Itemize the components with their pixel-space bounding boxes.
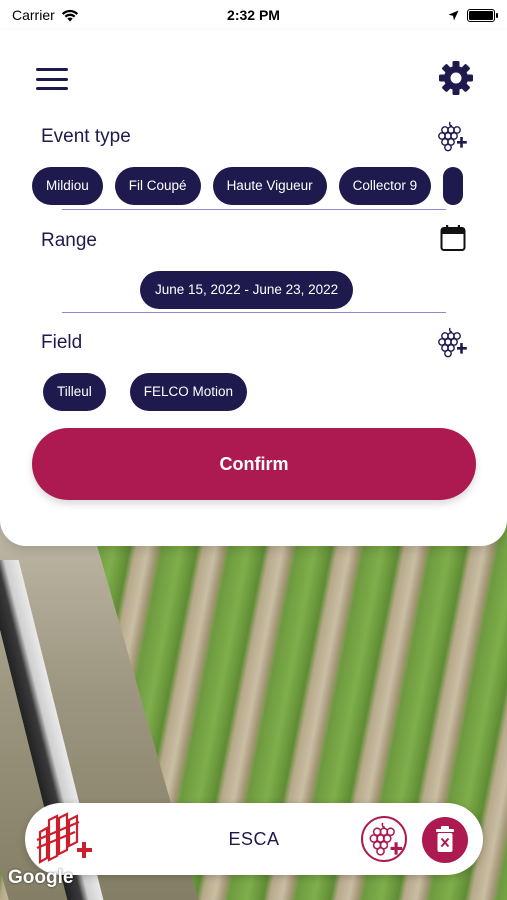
status-bar: Carrier 2:32 PM bbox=[0, 0, 507, 30]
event-type-chips: Mildiou Fil Coupé Haute Vigueur Collecto… bbox=[32, 167, 464, 205]
date-range-chip[interactable]: June 15, 2022 - June 23, 2022 bbox=[140, 271, 354, 309]
range-title: Range bbox=[41, 230, 97, 251]
location-arrow-icon bbox=[448, 10, 459, 20]
add-field-button[interactable] bbox=[361, 816, 407, 862]
chip-overflow[interactable] bbox=[443, 167, 464, 205]
range-chips: June 15, 2022 - June 23, 2022 bbox=[140, 271, 354, 309]
divider bbox=[62, 312, 446, 313]
calendar-icon[interactable] bbox=[440, 224, 466, 252]
menu-button[interactable] bbox=[36, 68, 68, 90]
filter-panel: Event type Mildiou Fil Coupé Haute Vigue… bbox=[0, 30, 507, 546]
gear-icon[interactable] bbox=[438, 60, 474, 96]
confirm-button[interactable]: Confirm bbox=[32, 428, 476, 500]
hamburger-line bbox=[36, 87, 68, 90]
battery-icon bbox=[467, 8, 498, 22]
field-chips: Tilleul FELCO Motion bbox=[43, 373, 248, 411]
carrier-label: Carrier bbox=[12, 7, 55, 23]
chip-collector-9[interactable]: Collector 9 bbox=[338, 167, 432, 205]
divider bbox=[62, 209, 446, 210]
wifi-icon bbox=[61, 9, 78, 21]
chip-felco-motion[interactable]: FELCO Motion bbox=[129, 373, 248, 411]
hamburger-menu-icon bbox=[36, 68, 68, 71]
chip-haute-vigueur[interactable]: Haute Vigueur bbox=[212, 167, 327, 205]
bottom-bar: ESCA bbox=[25, 803, 483, 875]
bottom-bar-title: ESCA bbox=[228, 829, 280, 849]
delete-button[interactable] bbox=[422, 817, 468, 863]
trash-icon bbox=[436, 826, 454, 852]
hamburger-line bbox=[36, 77, 68, 81]
grape-plus-icon bbox=[369, 822, 403, 856]
field-title: Field bbox=[41, 332, 83, 353]
event-type-title: Event type bbox=[41, 126, 131, 147]
grape-plus-icon[interactable] bbox=[437, 326, 467, 358]
chip-mildiou[interactable]: Mildiou bbox=[32, 167, 103, 205]
google-attribution: Google bbox=[8, 867, 74, 888]
grape-plus-icon[interactable] bbox=[437, 120, 467, 152]
chip-tilleul[interactable]: Tilleul bbox=[43, 373, 106, 411]
chip-fil-coupe[interactable]: Fil Coupé bbox=[114, 167, 201, 205]
